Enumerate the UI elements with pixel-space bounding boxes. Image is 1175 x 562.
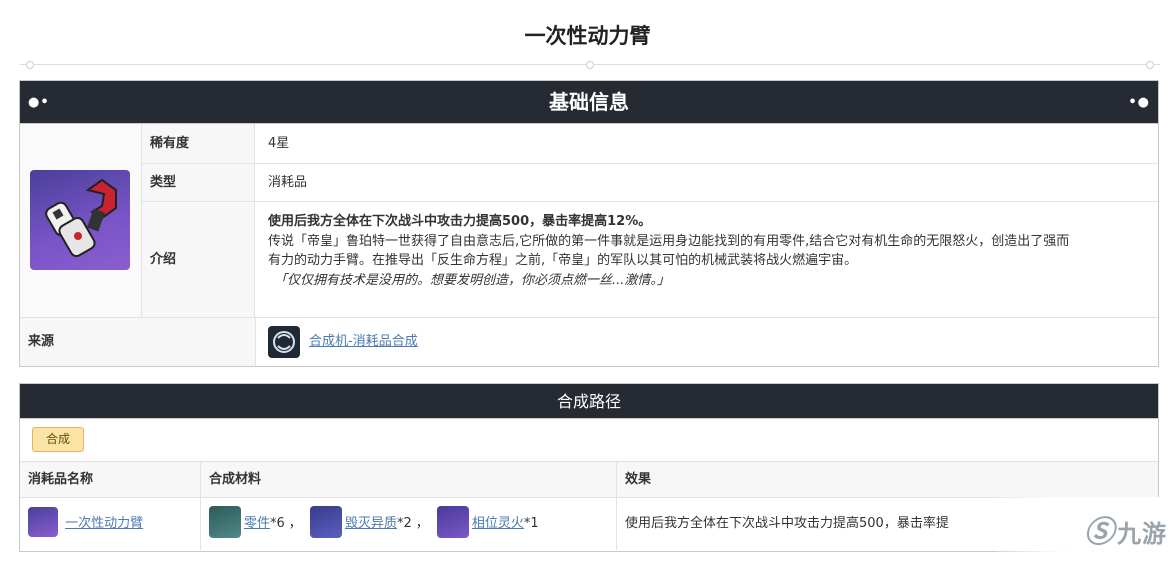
source-row: 来源 合成机-消耗品合成	[20, 318, 1158, 366]
source-label: 来源	[20, 318, 256, 366]
basic-info-title: 基础信息	[549, 90, 629, 114]
materials-cell: 零件*6， 毁灭异质*2， 相位灵火*1	[201, 498, 617, 550]
material-qty-phase-flame: *1	[523, 516, 539, 531]
basic-info-header: ●• 基础信息 •●	[20, 81, 1158, 124]
material-link-destruction[interactable]: 毁灭异质	[345, 516, 397, 531]
material-separator: ，	[288, 516, 302, 531]
type-row: 类型 消耗品	[142, 164, 1158, 202]
material-separator: ，	[415, 516, 429, 531]
material-qty-destruction: *2	[396, 516, 412, 531]
material-link-parts[interactable]: 零件	[244, 516, 270, 531]
consumable-name-cell: 一次性动力臂	[20, 498, 201, 550]
col-effect-header: 效果	[625, 472, 652, 487]
rarity-row: 稀有度 4星	[142, 124, 1158, 164]
source-link[interactable]: 合成机-消耗品合成	[309, 318, 418, 366]
fire-essence-icon[interactable]	[309, 505, 342, 538]
rarity-label: 稀有度	[142, 124, 255, 163]
basic-info-panel: ●• 基础信息 •● 稀有度 4星 类型 消耗品 介绍 使用后我方全体在下次战斗…	[19, 80, 1159, 367]
power-arm-icon	[30, 170, 130, 270]
intro-effect: 使用后我方全体在下次战斗中攻击力提高500，暴击率提高12%。	[268, 214, 652, 229]
synthesizer-icon[interactable]	[268, 326, 300, 358]
intro-label: 介绍	[142, 202, 255, 317]
type-label: 类型	[142, 164, 255, 201]
decor-dots-right: •●	[1128, 95, 1150, 110]
decor-dots-left: ●•	[28, 95, 50, 110]
col-name-header: 消耗品名称	[20, 462, 201, 497]
type-value: 消耗品	[268, 175, 308, 190]
title-divider	[20, 61, 1160, 69]
power-arm-small-icon	[28, 506, 58, 537]
col-materials-header: 合成材料	[201, 462, 617, 497]
synthesis-tab-bar: 合成	[20, 419, 1158, 462]
page-title: 一次性动力臂	[524, 24, 651, 48]
gear-part-icon[interactable]	[209, 505, 241, 538]
tab-synthesis[interactable]: 合成	[32, 427, 84, 452]
intro-lore-line-1: 传说「帝皇」鲁珀特一世获得了自由意志后,它所做的第一件事就是运用身边能找到的有用…	[268, 233, 1070, 249]
material-qty-parts: *6	[270, 516, 285, 531]
consumable-name-link[interactable]: 一次性动力臂	[65, 516, 143, 531]
synthesis-panel: 合成路径 合成 消耗品名称 合成材料 效果 一次性动力臂 零件*6， 毁灭异质*…	[19, 383, 1159, 552]
material-link-phase-flame[interactable]: 相位灵火	[472, 516, 524, 531]
jiuyou-logo-icon: Ⓢ	[1084, 515, 1115, 550]
watermark: Ⓢ九游	[995, 497, 1175, 559]
intro-quote: 「仅仅拥有技术是没用的。想要发明创造，你必须点燃一丝...激情。」	[274, 272, 670, 288]
intro-lore-line-2: 有力的动力手臂。在推导出「反生命方程」之前,「帝皇」的军队以其可怕的机械武装将战…	[268, 253, 858, 268]
synthesis-header: 合成路径	[20, 384, 1158, 419]
rarity-value: 4星	[268, 136, 290, 151]
item-image-cell	[20, 124, 142, 318]
phase-flame-icon[interactable]	[436, 505, 469, 538]
table-row: 一次性动力臂 零件*6， 毁灭异质*2， 相位灵火*1 使用后我方全体在下次战斗…	[20, 498, 1158, 550]
synthesis-table-header: 消耗品名称 合成材料 效果	[20, 462, 1158, 498]
intro-value: 使用后我方全体在下次战斗中攻击力提高500，暴击率提高12%。 传说「帝皇」鲁珀…	[256, 202, 1158, 317]
intro-row: 介绍 使用后我方全体在下次战斗中攻击力提高500，暴击率提高12%。 传说「帝皇…	[142, 202, 1158, 318]
watermark-text: 九游	[1117, 520, 1167, 548]
